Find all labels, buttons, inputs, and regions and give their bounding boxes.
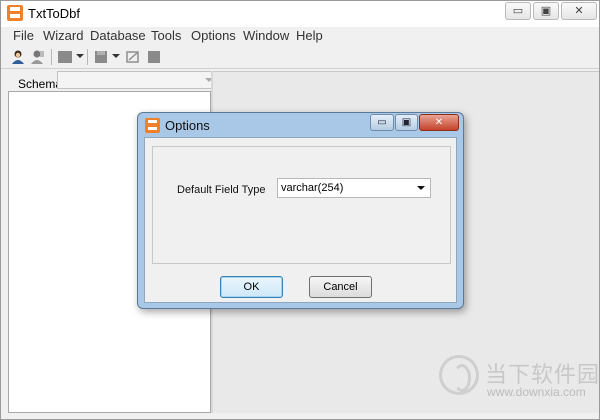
options-group: Default Field Type varchar(254): [152, 146, 451, 264]
maximize-button[interactable]: ▣: [533, 2, 559, 20]
menu-help[interactable]: Help: [296, 28, 323, 43]
menu-wizard[interactable]: Wizard: [43, 28, 83, 43]
schema-combo[interactable]: [57, 71, 218, 89]
toolbar-separator: [51, 49, 52, 65]
menu-file[interactable]: File: [13, 28, 34, 43]
dialog-maximize-button[interactable]: ▣: [395, 114, 418, 131]
dialog-minimize-button[interactable]: ▭: [370, 114, 394, 131]
chevron-down-icon: [417, 186, 425, 190]
default-field-type-label: Default Field Type: [177, 184, 266, 196]
close-button[interactable]: ✕: [561, 2, 597, 20]
dialog-close-button[interactable]: ✕: [419, 114, 459, 131]
default-field-type-select[interactable]: varchar(254): [277, 178, 431, 198]
minimize-button[interactable]: ▭: [505, 2, 531, 20]
open-dropdown-icon[interactable]: [76, 54, 84, 58]
options-dialog: Options ▭ ▣ ✕ Default Field Type varchar…: [137, 112, 464, 309]
menu-options[interactable]: Options: [191, 28, 236, 43]
watermark-logo-icon: [439, 355, 479, 395]
app-icon: [7, 5, 23, 21]
menu-tools[interactable]: Tools: [151, 28, 181, 43]
open-icon[interactable]: [58, 50, 72, 64]
save-dropdown-icon[interactable]: [112, 54, 120, 58]
toolbar-separator: [87, 49, 88, 65]
default-field-type-value: varchar(254): [281, 182, 344, 194]
ok-button[interactable]: OK: [220, 276, 283, 298]
menu-database[interactable]: Database: [90, 28, 146, 43]
connect-icon[interactable]: [11, 50, 25, 64]
watermark: 当下软件园 www.downxia.com: [439, 355, 599, 407]
dialog-body: Default Field Type varchar(254) OK Cance…: [144, 137, 457, 303]
schema-label: Schema: [18, 77, 63, 91]
wizard-icon[interactable]: [126, 50, 140, 64]
menu-window[interactable]: Window: [243, 28, 289, 43]
properties-icon[interactable]: [147, 50, 161, 64]
app-title: TxtToDbf: [28, 6, 81, 21]
watermark-url: www.downxia.com: [487, 385, 586, 399]
dialog-title-bar: Options ▭ ▣ ✕: [138, 113, 463, 137]
title-bar: TxtToDbf ▭ ▣ ✕: [1, 1, 599, 27]
dialog-title: Options: [165, 118, 210, 133]
save-icon[interactable]: [94, 50, 108, 64]
cancel-button[interactable]: Cancel: [309, 276, 372, 298]
dialog-app-icon: [145, 118, 160, 133]
main-window: TxtToDbf ▭ ▣ ✕ File Wizard Database Tool…: [0, 0, 600, 420]
disconnect-icon[interactable]: [31, 50, 45, 64]
toolbar: [1, 45, 599, 69]
menu-bar: File Wizard Database Tools Options Windo…: [1, 27, 599, 45]
